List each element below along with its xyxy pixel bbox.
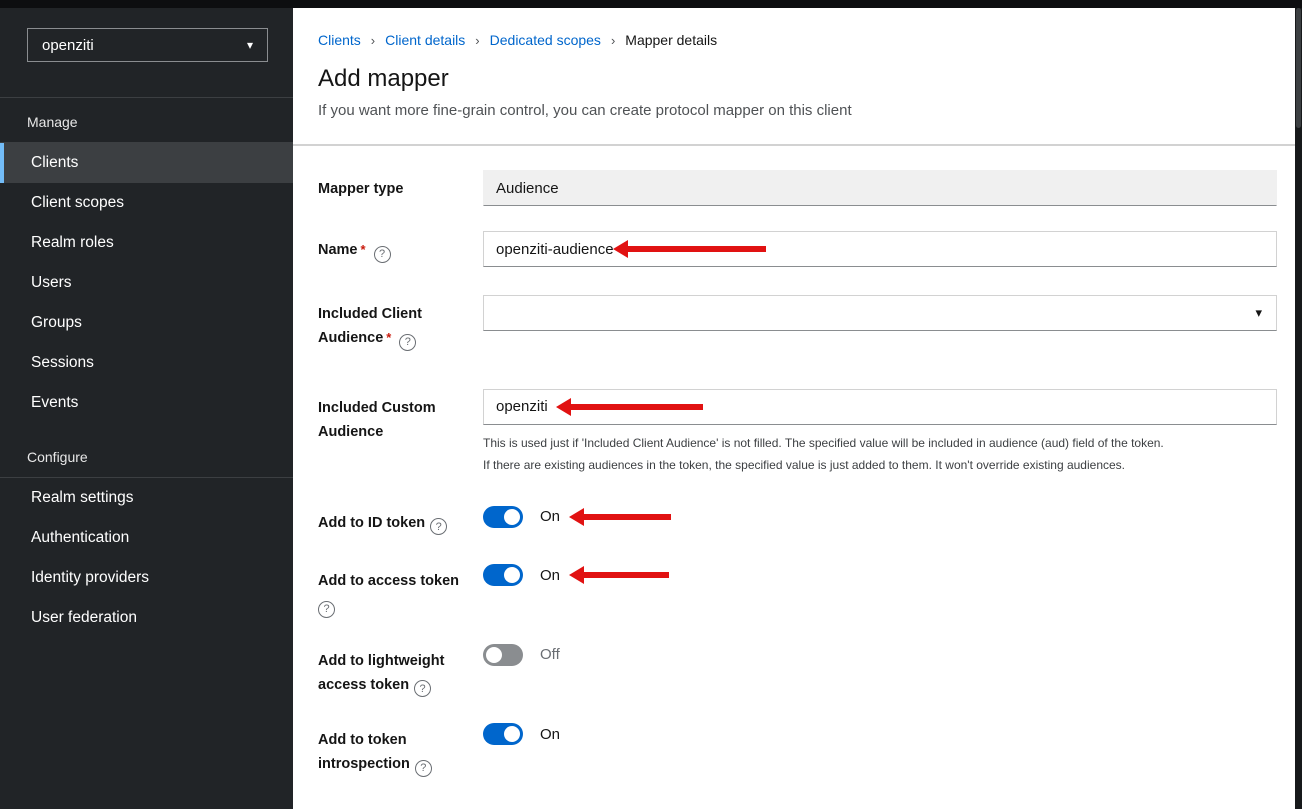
sidebar-item-authentication[interactable]: Authentication bbox=[0, 518, 293, 558]
annotation-arrow bbox=[584, 514, 671, 520]
page-subtitle: If you want more fine-grain control, you… bbox=[318, 102, 1277, 119]
scrollbar-thumb[interactable] bbox=[1296, 8, 1301, 128]
add-to-access-token-label: Add to access token ? bbox=[318, 562, 483, 618]
toggle-knob bbox=[504, 567, 520, 583]
sidebar-item-groups[interactable]: Groups bbox=[0, 303, 293, 343]
included-custom-audience-help: This is used just if 'Included Client Au… bbox=[483, 432, 1277, 476]
sidebar-item-sessions[interactable]: Sessions bbox=[0, 343, 293, 383]
help-icon[interactable]: ? bbox=[374, 246, 391, 263]
caret-down-icon: ▾ bbox=[247, 38, 253, 52]
sidebar-nav-configure: Realm settings Authentication Identity p… bbox=[0, 478, 293, 638]
add-to-id-token-toggle[interactable] bbox=[483, 506, 523, 528]
chevron-right-icon: › bbox=[371, 33, 375, 48]
add-to-id-token-state: On bbox=[540, 508, 560, 525]
toggle-knob bbox=[504, 509, 520, 525]
scrollbar[interactable] bbox=[1295, 8, 1302, 809]
chevron-right-icon: › bbox=[611, 33, 615, 48]
main-content: Clients › Client details › Dedicated sco… bbox=[293, 8, 1302, 809]
annotation-arrow bbox=[571, 404, 703, 410]
breadcrumb: Clients › Client details › Dedicated sco… bbox=[318, 8, 1277, 48]
toggle-knob bbox=[486, 647, 502, 663]
breadcrumb-current: Mapper details bbox=[625, 32, 717, 48]
annotation-arrow bbox=[628, 246, 766, 252]
help-icon[interactable]: ? bbox=[318, 601, 335, 618]
add-mapper-form: Mapper type Name*? Included Client bbox=[318, 146, 1277, 809]
required-asterisk: * bbox=[361, 242, 366, 257]
add-to-lightweight-access-token-label: Add to lightweight access token? bbox=[318, 642, 483, 698]
breadcrumb-dedicated-scopes[interactable]: Dedicated scopes bbox=[490, 32, 601, 48]
chevron-right-icon: › bbox=[475, 33, 479, 48]
mapper-type-field bbox=[483, 170, 1277, 206]
sidebar-section-configure: Configure bbox=[0, 423, 293, 477]
sidebar-item-identity-providers[interactable]: Identity providers bbox=[0, 558, 293, 598]
sidebar: openziti ▾ Manage Clients Client scopes … bbox=[0, 8, 293, 809]
caret-down-icon: ▾ bbox=[1255, 305, 1262, 321]
included-client-audience-select[interactable]: ▾ bbox=[483, 295, 1277, 331]
realm-selector[interactable]: openziti ▾ bbox=[27, 28, 268, 62]
included-custom-audience-label: Included Custom Audience bbox=[318, 389, 483, 444]
help-icon[interactable]: ? bbox=[399, 334, 416, 351]
sidebar-item-events[interactable]: Events bbox=[0, 383, 293, 423]
sidebar-item-user-federation[interactable]: User federation bbox=[0, 598, 293, 638]
add-to-token-introspection-toggle[interactable] bbox=[483, 723, 523, 745]
mapper-type-label: Mapper type bbox=[318, 170, 483, 201]
sidebar-item-client-scopes[interactable]: Client scopes bbox=[0, 183, 293, 223]
add-to-id-token-label: Add to ID token? bbox=[318, 504, 483, 536]
help-icon[interactable]: ? bbox=[414, 680, 431, 697]
help-icon[interactable]: ? bbox=[430, 518, 447, 535]
realm-selector-value: openziti bbox=[42, 37, 94, 54]
required-asterisk: * bbox=[386, 330, 391, 345]
included-client-audience-label: Included Client Audience*? bbox=[318, 295, 483, 351]
sidebar-nav-manage: Clients Client scopes Realm roles Users … bbox=[0, 143, 293, 423]
sidebar-item-realm-settings[interactable]: Realm settings bbox=[0, 478, 293, 518]
add-to-access-token-toggle[interactable] bbox=[483, 564, 523, 586]
breadcrumb-clients[interactable]: Clients bbox=[318, 32, 361, 48]
page: openziti ▾ Manage Clients Client scopes … bbox=[0, 8, 1302, 809]
breadcrumb-client-details[interactable]: Client details bbox=[385, 32, 465, 48]
name-input[interactable] bbox=[483, 231, 1277, 267]
add-to-token-introspection-label: Add to token introspection? bbox=[318, 721, 483, 777]
page-title: Add mapper bbox=[318, 65, 1277, 93]
sidebar-item-users[interactable]: Users bbox=[0, 263, 293, 303]
sidebar-section-manage: Manage bbox=[0, 98, 293, 142]
sidebar-item-realm-roles[interactable]: Realm roles bbox=[0, 223, 293, 263]
top-bar bbox=[0, 0, 1302, 8]
sidebar-item-clients[interactable]: Clients bbox=[0, 143, 293, 183]
name-label: Name*? bbox=[318, 231, 483, 263]
add-to-access-token-state: On bbox=[540, 567, 560, 584]
help-icon[interactable]: ? bbox=[415, 760, 432, 777]
add-to-lightweight-access-token-toggle[interactable] bbox=[483, 644, 523, 666]
annotation-arrow bbox=[584, 572, 669, 578]
add-to-lightweight-access-token-state: Off bbox=[540, 646, 560, 663]
add-to-token-introspection-state: On bbox=[540, 726, 560, 743]
toggle-knob bbox=[504, 726, 520, 742]
